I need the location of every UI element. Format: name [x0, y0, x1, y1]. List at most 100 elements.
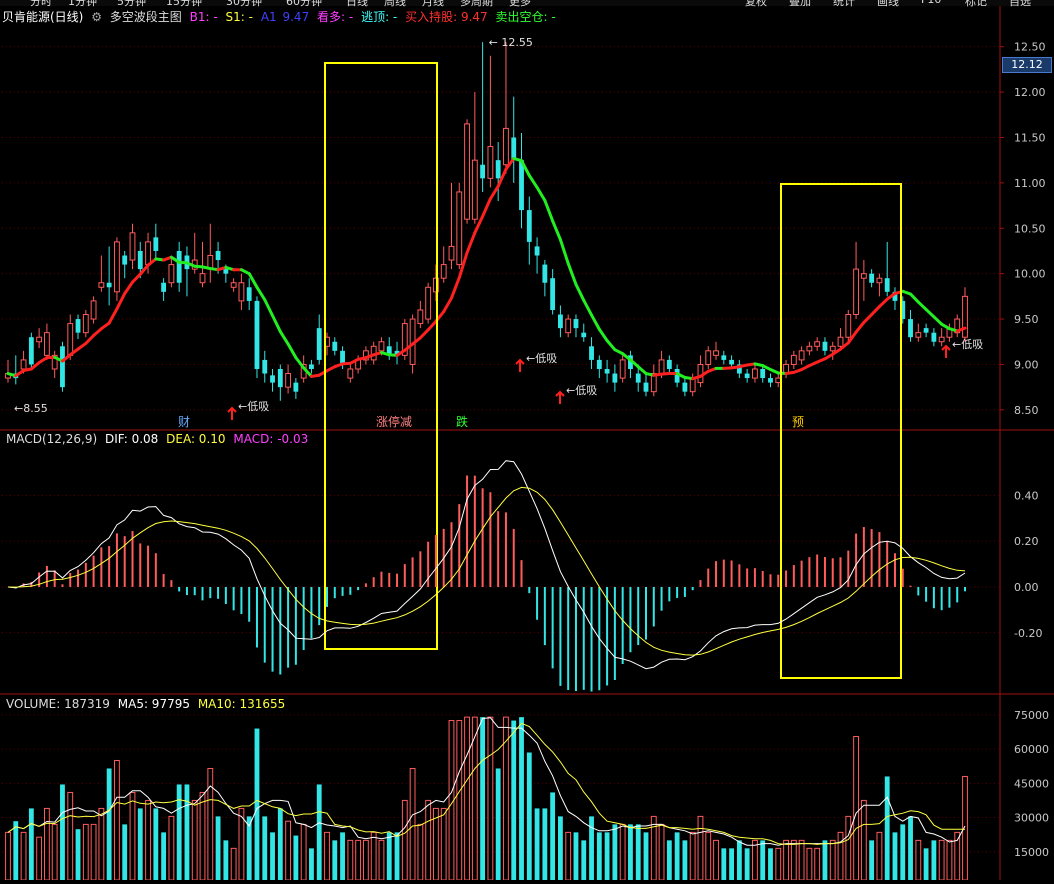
candle-body-up: [465, 124, 470, 219]
candle-body-up: [916, 333, 921, 338]
volume-bar-up: [200, 792, 205, 880]
stock-title[interactable]: 贝肯能源(日线): [2, 10, 83, 24]
macd-name[interactable]: MACD(12,26,9): [6, 432, 97, 446]
volume-bar-up: [44, 808, 49, 880]
volume-bar-up: [714, 840, 719, 880]
volume-bar-down: [153, 808, 158, 880]
volume-bar-up: [208, 768, 213, 880]
top-tab-7[interactable]: 周线: [384, 0, 406, 9]
candle-body-down: [527, 210, 532, 242]
candle-body-down: [177, 251, 182, 283]
volume-bar-down: [667, 840, 672, 880]
volume-bar-up: [807, 848, 812, 880]
volume-bar-up: [301, 824, 306, 880]
indicator-gear-icon[interactable]: ⚙: [91, 10, 102, 24]
main-header: 贝肯能源(日线) ⚙ 多空波段主图 B1: - S1: - A1 9.47 看多…: [2, 10, 560, 24]
volume-bar-down: [908, 816, 913, 880]
top-right-button-3[interactable]: 画线: [877, 0, 899, 9]
kanduo-value: 看多: -: [317, 10, 353, 24]
volume-bar-up: [939, 840, 944, 880]
indicator-name[interactable]: 多空波段主图: [110, 10, 182, 24]
buy-arrow-icon: [942, 346, 950, 358]
candle-body-down: [869, 274, 874, 283]
volume-bar-down: [745, 848, 750, 880]
volume-bar-up: [68, 792, 73, 880]
top-tab-4[interactable]: 30分钟: [226, 0, 262, 9]
candle-body-up: [21, 360, 26, 369]
volume-bar-up: [457, 721, 462, 880]
volume-bar-down: [682, 840, 687, 880]
top-tab-10[interactable]: 更多: [509, 0, 531, 9]
volume-bar-down: [29, 808, 34, 880]
candle-body-down: [745, 374, 750, 379]
high-price-annotation: ← 12.55: [489, 36, 533, 49]
top-right-button-6[interactable]: 自选: [1009, 0, 1031, 9]
ma-segment: [467, 233, 475, 253]
top-tab-1[interactable]: 1分钟: [68, 0, 97, 9]
candle-body-up: [776, 378, 781, 383]
signal-yu-label: 预: [792, 415, 804, 429]
volume-bar-down: [612, 824, 617, 880]
volume-bar-up: [410, 768, 415, 880]
candle-body-down: [511, 137, 516, 160]
candle-body-down: [496, 160, 501, 178]
volume-bar-down: [589, 816, 594, 880]
top-right-button-5[interactable]: 标记: [965, 0, 987, 9]
volume-bar-down: [760, 840, 765, 880]
candle-body-down: [574, 319, 579, 328]
buy-arrow-icon: [516, 360, 524, 372]
candle-body-down: [581, 333, 586, 338]
candle-body-down: [153, 237, 158, 251]
top-right-button-4[interactable]: F10: [921, 0, 941, 6]
candle-body-up: [620, 360, 625, 378]
top-tab-8[interactable]: 月线: [422, 0, 444, 9]
volume-bar-down: [262, 816, 267, 880]
candle-body-up: [504, 128, 509, 164]
top-tab-9[interactable]: 多周期: [460, 0, 493, 9]
ma-segment: [490, 186, 498, 198]
top-tab-3[interactable]: 15分钟: [166, 0, 202, 9]
macd-tick-label: -0.20: [1014, 627, 1042, 640]
volume-bar-down: [138, 808, 143, 880]
top-tab-2[interactable]: 5分钟: [117, 0, 146, 9]
volume-bar-down: [605, 832, 610, 880]
top-right-button-0[interactable]: 复权: [745, 0, 767, 9]
top-tab-0[interactable]: 分时: [30, 0, 52, 9]
top-right-button-1[interactable]: 叠加: [789, 0, 811, 9]
highlight-box: [781, 184, 901, 678]
buy-arrow-icon: [556, 392, 564, 404]
top-tab-6[interactable]: 日线: [346, 0, 368, 9]
volume-bar-up: [838, 832, 843, 880]
candle-body-up: [130, 233, 135, 260]
volume-bar-up: [91, 824, 96, 880]
candle-body-down: [223, 269, 228, 274]
macd-macd: MACD: -0.03: [233, 432, 308, 446]
sellempty-value: 卖出空仓: -: [496, 10, 556, 24]
volume-bar-up: [659, 824, 664, 880]
volume-bar-up: [620, 824, 625, 880]
volume-bar-up: [916, 840, 921, 880]
macd-dea-line: [8, 487, 965, 655]
volume-tick-label: 75000: [1014, 709, 1049, 722]
candle-body-down: [760, 369, 765, 378]
macd-tick-label: 0.00: [1014, 581, 1039, 594]
volume-bar-down: [519, 717, 524, 880]
volume-bar-up: [146, 800, 151, 880]
ma-segment: [257, 287, 265, 299]
volume-bar-down: [76, 829, 81, 880]
volume-bar-up: [130, 792, 135, 880]
volume-bar-down: [628, 824, 633, 880]
candle-body-up: [706, 351, 711, 365]
candle-body-up: [449, 246, 454, 260]
candle-body-up: [815, 342, 820, 347]
volume-bar-up: [846, 816, 851, 880]
top-tab-5[interactable]: 60分钟: [286, 0, 322, 9]
ma-segment: [125, 282, 133, 293]
volume-tick-label: 60000: [1014, 743, 1049, 756]
volume-name[interactable]: VOLUME: 187319: [6, 697, 110, 711]
ma-segment: [537, 187, 545, 200]
macd-tick-label: 0.20: [1014, 535, 1039, 548]
top-right-button-2[interactable]: 统计: [833, 0, 855, 9]
main-tick-label: 12.50: [1014, 41, 1046, 54]
ma-segment: [86, 336, 94, 344]
